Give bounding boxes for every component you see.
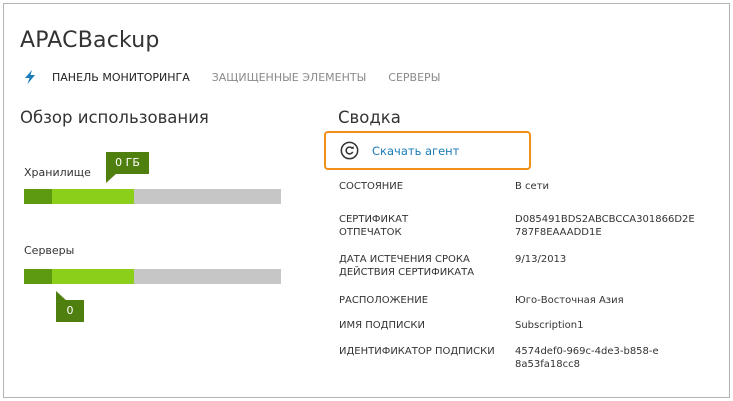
usage-overview-title: Обзор использования <box>20 108 209 127</box>
storage-callout-value: 0 ГБ <box>115 156 140 169</box>
storage-callout: 0 ГБ <box>106 152 149 183</box>
servers-usage-bar <box>24 269 281 284</box>
prop-label-cert-expiry: ДАТА ИСТЕЧЕНИЯ СРОКА ДЕЙСТВИЯ СЕРТИФИКАТ… <box>339 254 475 278</box>
prop-value-status: В сети <box>515 181 550 192</box>
servers-callout: 0 <box>56 291 84 322</box>
lightning-icon <box>25 70 35 84</box>
download-agent-label: Скачать агент <box>372 143 460 158</box>
storage-label: Хранилище <box>24 166 91 179</box>
prop-label-certificate: СЕРТИФИКАТ ОТПЕЧАТОК <box>339 214 409 238</box>
servers-label: Серверы <box>24 244 75 257</box>
download-agent-highlight: Скачать агент <box>324 131 531 170</box>
refresh-circle-icon <box>340 141 359 160</box>
prop-label-location: РАСПОЛОЖЕНИЕ <box>339 295 429 306</box>
app-frame: APACBackup ПАНЕЛЬ МОНИТОРИНГА ЗАЩИЩЕННЫЕ… <box>3 3 730 398</box>
prop-label-subscription-id: ИДЕНТИФИКАТОР ПОДПИСКИ <box>339 346 495 357</box>
prop-value-subscription-name: Subscription1 <box>515 320 584 331</box>
prop-value-location: Юго-Восточная Азия <box>515 295 624 306</box>
page-title: APACBackup <box>20 28 160 53</box>
storage-bar-fill-dark <box>24 189 52 204</box>
summary-title: Сводка <box>338 108 401 127</box>
prop-value-subscription-id: 4574def0-969c-4de3-b858-e8a53fa18cc8 <box>515 346 659 370</box>
servers-callout-value: 0 <box>66 304 74 317</box>
tab-servers[interactable]: СЕРВЕРЫ <box>388 71 440 84</box>
tab-dashboard[interactable]: ПАНЕЛЬ МОНИТОРИНГА <box>52 71 190 84</box>
storage-usage-bar <box>24 189 281 204</box>
download-agent-link[interactable]: Скачать агент <box>340 141 459 160</box>
prop-value-certificate: D085491BDS2ABCBCCA301866D2E787F8EAAADD1E <box>515 214 695 238</box>
prop-value-cert-expiry: 9/13/2013 <box>515 254 567 265</box>
nav-tabs: ПАНЕЛЬ МОНИТОРИНГА ЗАЩИЩЕННЫЕ ЭЛЕМЕНТЫ С… <box>24 67 462 87</box>
prop-label-subscription-name: ИМЯ ПОДПИСКИ <box>339 320 426 331</box>
prop-label-status: СОСТОЯНИЕ <box>339 181 404 192</box>
servers-bar-fill-dark <box>24 269 52 284</box>
tab-protected-items[interactable]: ЗАЩИЩЕННЫЕ ЭЛЕМЕНТЫ <box>212 71 367 84</box>
